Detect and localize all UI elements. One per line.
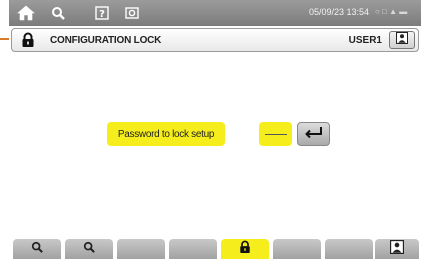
page-title: CONFIGURATION LOCK <box>50 35 162 46</box>
svg-text:?: ? <box>99 9 105 20</box>
enter-button[interactable] <box>297 122 330 146</box>
user-button[interactable] <box>389 31 415 49</box>
lock-icon <box>21 32 35 53</box>
function-key-6[interactable] <box>273 239 321 259</box>
device-screen: ? 05/09/23 13:54 ○ □ ▲ ▬ CONFIGURATION L… <box>9 0 421 259</box>
user-name: USER1 <box>348 35 382 46</box>
user-icon <box>396 31 408 49</box>
wrench-icon[interactable] <box>49 4 67 22</box>
lock-icon <box>239 240 251 259</box>
function-key-5-lock[interactable] <box>221 239 269 259</box>
function-key-3[interactable] <box>117 239 165 259</box>
title-bar: CONFIGURATION LOCK USER1 <box>11 28 419 52</box>
camera-icon[interactable] <box>123 4 141 22</box>
status-indicators: ○ □ ▲ ▬ <box>375 7 408 16</box>
enter-icon <box>304 125 324 143</box>
function-key-2[interactable] <box>65 239 113 259</box>
help-icon[interactable]: ? <box>93 4 111 22</box>
wrench-icon <box>31 240 43 258</box>
password-field[interactable] <box>259 122 292 146</box>
wrench-icon <box>83 240 95 258</box>
function-key-4[interactable] <box>169 239 217 259</box>
function-key-7[interactable] <box>325 239 373 259</box>
function-key-8-user[interactable] <box>375 239 419 259</box>
password-placeholder-dash <box>264 133 287 135</box>
datetime-display: 05/09/23 13:54 <box>309 7 370 17</box>
home-icon[interactable] <box>15 4 37 22</box>
user-icon <box>390 239 404 259</box>
password-label: Password to lock setup <box>107 122 225 146</box>
status-bar: ? 05/09/23 13:54 ○ □ ▲ ▬ <box>9 0 421 26</box>
function-key-1[interactable] <box>13 239 61 259</box>
